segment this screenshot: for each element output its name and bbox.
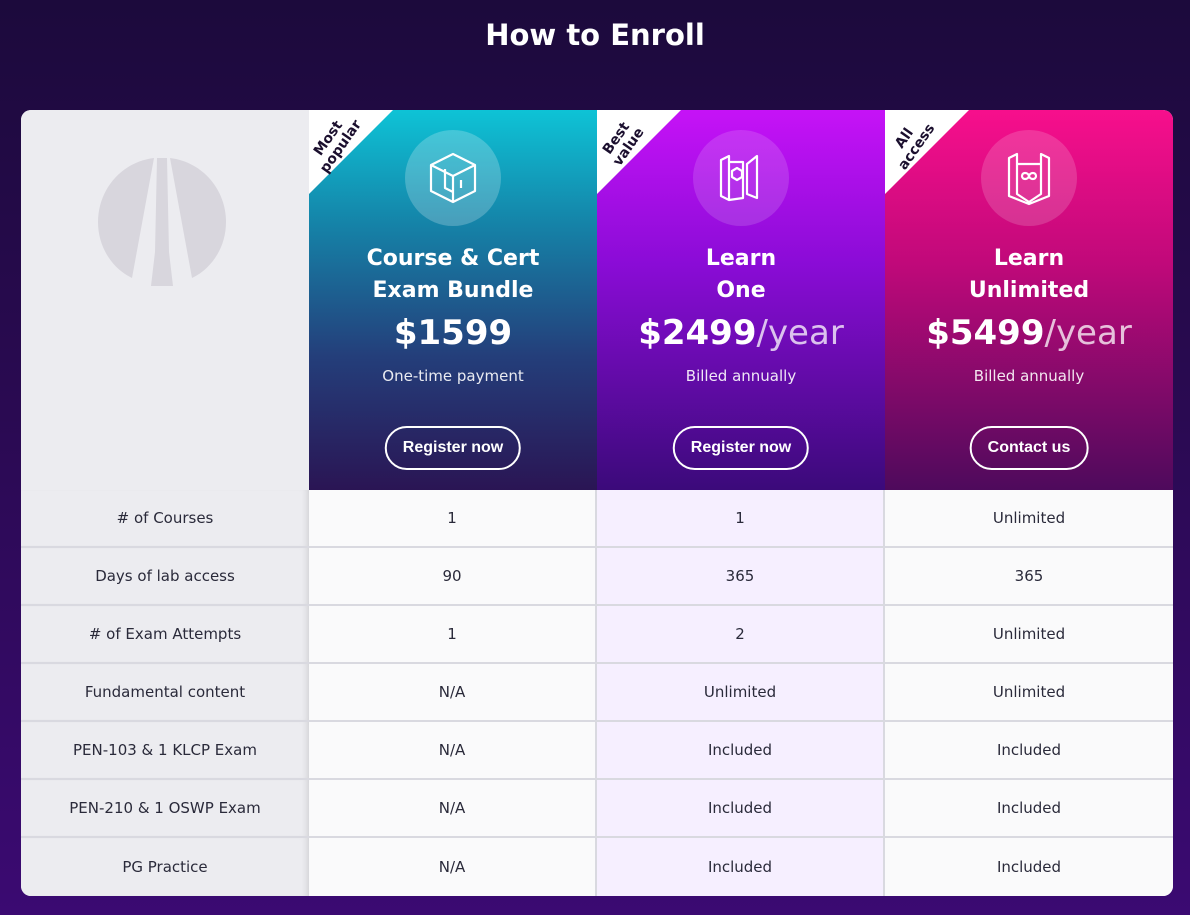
feature-value: Unlimited — [597, 664, 885, 722]
feature-value: Included — [597, 722, 885, 780]
feature-value: Unlimited — [885, 606, 1173, 664]
feature-value: N/A — [309, 838, 597, 896]
feature-row-lab-access: Days of lab access 90 365 365 — [21, 548, 1173, 606]
feature-value: 90 — [309, 548, 597, 606]
feature-value: Unlimited — [885, 490, 1173, 548]
plan-card-learn-unlimited: All access Learn Unlimited $5499/year Bi… — [885, 110, 1173, 490]
feature-value: Included — [597, 780, 885, 838]
feature-label: # of Exam Attempts — [21, 606, 309, 664]
page-title: How to Enroll — [485, 18, 705, 52]
feature-label: PEN-103 & 1 KLCP Exam — [21, 722, 309, 780]
learn-unlimited-icon — [1007, 152, 1051, 206]
feature-value: 365 — [885, 548, 1173, 606]
pricing-header-row: Most popular Course & Cert Exam Bundle $… — [21, 110, 1173, 490]
feature-value: Included — [597, 838, 885, 896]
contact-us-button[interactable]: Contact us — [969, 426, 1089, 470]
feature-label: PEN-210 & 1 OSWP Exam — [21, 780, 309, 838]
feature-value: N/A — [309, 664, 597, 722]
feature-row-fundamental-content: Fundamental content N/A Unlimited Unlimi… — [21, 664, 1173, 722]
billing-note: Billed annually — [685, 367, 797, 385]
brand-logo-icon — [98, 158, 226, 286]
plan-card-learn-one: Best value Learn One $2499/year Billed a… — [597, 110, 885, 490]
feature-value: Included — [885, 838, 1173, 896]
plan-icon-badge — [693, 130, 789, 226]
plan-card-course-cert-bundle: Most popular Course & Cert Exam Bundle $… — [309, 110, 597, 490]
plan-name: Learn Unlimited — [968, 246, 1090, 303]
feature-label: PG Practice — [21, 838, 309, 896]
plan-icon-badge — [981, 130, 1077, 226]
billing-note: Billed annually — [973, 367, 1085, 385]
plan-icon-badge — [405, 130, 501, 226]
feature-row-pen103: PEN-103 & 1 KLCP Exam N/A Included Inclu… — [21, 722, 1173, 780]
feature-value: 1 — [309, 490, 597, 548]
feature-value: 1 — [309, 606, 597, 664]
feature-value: 365 — [597, 548, 885, 606]
feature-row-exam-attempts: # of Exam Attempts 1 2 Unlimited — [21, 606, 1173, 664]
feature-value: N/A — [309, 722, 597, 780]
feature-value: Included — [885, 722, 1173, 780]
feature-value: 2 — [597, 606, 885, 664]
register-now-button[interactable]: Register now — [672, 426, 810, 470]
plan-price: $1599 — [393, 313, 513, 353]
register-now-button[interactable]: Register now — [384, 426, 522, 470]
cube-box-icon — [429, 152, 477, 204]
feature-value: N/A — [309, 780, 597, 838]
feature-value: Included — [885, 780, 1173, 838]
feature-row-pg-practice: PG Practice N/A Included Included — [21, 838, 1173, 896]
plan-name: Learn One — [705, 246, 777, 303]
feature-value: 1 — [597, 490, 885, 548]
logo-cell — [21, 110, 309, 490]
feature-label: Days of lab access — [21, 548, 309, 606]
feature-label: # of Courses — [21, 490, 309, 548]
plan-price: $2499/year — [638, 313, 844, 353]
plan-name: Course & Cert Exam Bundle — [366, 246, 540, 303]
billing-note: One-time payment — [382, 367, 524, 385]
pricing-table: Most popular Course & Cert Exam Bundle $… — [21, 110, 1173, 896]
feature-label: Fundamental content — [21, 664, 309, 722]
feature-value: Unlimited — [885, 664, 1173, 722]
feature-row-pen210: PEN-210 & 1 OSWP Exam N/A Included Inclu… — [21, 780, 1173, 838]
feature-row-courses: # of Courses 1 1 Unlimited — [21, 490, 1173, 548]
learn-one-icon — [719, 154, 759, 202]
plan-price: $5499/year — [926, 313, 1132, 353]
